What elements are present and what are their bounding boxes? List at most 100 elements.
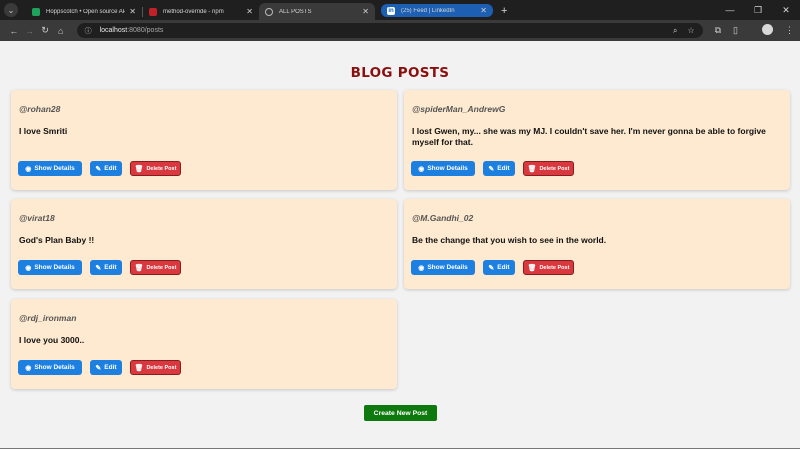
extensions-icon[interactable]: ⧉ [715,25,721,36]
post-actions: ◉ Show Details ✎ Edit 🗑 Delete Post [411,161,582,176]
delete-post-button[interactable]: 🗑 Delete Post [523,260,574,275]
edit-icon: ✎ [95,165,102,173]
tab-title: ALL POSTS [279,8,312,15]
delete-label: Delete Post [146,264,177,271]
edit-label: Edit [497,264,510,271]
post-content: God's Plan Baby !! [19,235,95,245]
post-actions: ◉ Show Details ✎ Edit 🗑 Delete Post [411,260,582,275]
edit-button[interactable]: ✎ Edit [90,360,122,375]
edit-icon: ✎ [488,165,495,173]
show-details-label: Show Details [34,165,75,172]
eye-icon: ◉ [25,364,32,372]
profile-avatar[interactable] [750,24,773,37]
url-text: localhost:8080/posts [100,27,663,34]
menu-kebab-icon[interactable]: ⋮ [785,25,794,36]
post-username: @M.Gandhi_02 [412,213,474,223]
edit-icon: ✎ [95,364,102,372]
eye-icon: ◉ [418,165,425,173]
trash-icon: 🗑 [527,264,537,272]
reload-icon[interactable]: ↻ [37,25,53,36]
zoom-icon[interactable]: ⌕ [673,26,677,36]
site-info-icon[interactable]: ⓘ [85,26,92,36]
create-new-post-button[interactable]: Create New Post [364,405,437,421]
trash-icon: 🗑 [527,165,537,173]
delete-post-button[interactable]: 🗑 Delete Post [130,360,181,375]
delete-label: Delete Post [146,364,177,371]
back-icon[interactable]: ← [6,26,22,36]
page-title: BLOG POSTS [350,65,450,81]
show-details-label: Show Details [427,264,468,271]
delete-label: Delete Post [539,264,570,271]
address-bar-row: ← → ↻ ⌂ ⓘ localhost:8080/posts ⌕ ☆ ⧉ ▯ ⋮ [0,20,800,41]
edit-button[interactable]: ✎ Edit [483,161,515,176]
tab-title: method-override - npm [163,8,224,15]
post-actions: ◉ Show Details ✎ Edit 🗑 Delete Post [18,260,189,275]
show-details-button[interactable]: ◉ Show Details [18,260,82,275]
close-icon[interactable]: ✕ [246,7,253,16]
tab-npm[interactable]: method-override - npm ✕ [143,3,259,20]
post-card: @rohan28 I love Smriti ◉ Show Details ✎ Ed… [11,90,397,190]
show-details-button[interactable]: ◉ Show Details [411,161,475,176]
bookmark-star-icon[interactable]: ☆ [687,26,694,35]
post-username: @rohan28 [19,104,61,114]
toolbar-right: ⧉ ▯ ⋮ [703,24,794,37]
delete-post-button[interactable]: 🗑 Delete Post [130,161,181,176]
browser-tab-strip: ⌄ Hoppscotch • Open source API ✕ method-… [0,0,800,20]
tab-linkedin[interactable]: in (25) Feed | LinkedIn ✕ [381,4,493,17]
show-details-label: Show Details [34,364,75,371]
show-details-button[interactable]: ◉ Show Details [18,161,82,176]
edit-icon: ✎ [488,264,495,272]
edit-label: Edit [104,364,117,371]
edit-label: Edit [104,264,117,271]
minimize-icon[interactable]: — [716,0,744,20]
url-host: localhost [99,27,128,34]
linkedin-icon: in [387,6,395,15]
show-details-button[interactable]: ◉ Show Details [411,260,475,275]
tab-all-posts[interactable]: ALL POSTS ✕ [259,3,375,20]
tab-title: Hoppscotch • Open source API [46,8,126,15]
close-icon[interactable]: ✕ [129,7,136,16]
close-icon[interactable]: ✕ [480,6,487,15]
post-card: @virat18 God's Plan Baby !! ◉ Show Detail… [11,199,397,289]
page-content: BLOG POSTS @rohan28 I love Smriti ◉ Show … [0,41,800,449]
delete-post-button[interactable]: 🗑 Delete Post [523,161,574,176]
post-username: @virat18 [19,213,55,223]
show-details-button[interactable]: ◉ Show Details [18,360,82,375]
post-card: @M.Gandhi_02 Be the change that you wish… [404,199,790,289]
edit-label: Edit [104,165,117,172]
post-card: @spiderMan_AndrewG I lost Gwen, my... sh… [404,90,790,190]
new-tab-icon[interactable]: + [501,5,507,17]
url-path: :8080/posts [127,27,164,34]
trash-icon: 🗑 [134,165,144,173]
close-window-icon[interactable]: ✕ [772,0,800,20]
close-icon[interactable]: ✕ [362,7,369,16]
home-icon[interactable]: ⌂ [53,26,69,36]
edit-button[interactable]: ✎ Edit [483,260,515,275]
edit-icon: ✎ [95,264,102,272]
post-card: @rdj_ironman I love you 3000.. ◉ Show Det… [11,299,397,389]
post-username: @rdj_ironman [19,313,77,323]
delete-label: Delete Post [146,165,177,172]
window-controls: — ❐ ✕ [716,0,800,20]
delete-post-button[interactable]: 🗑 Delete Post [130,260,181,275]
edit-label: Edit [497,165,510,172]
post-content: Be the change that you wish to see in th… [412,235,607,245]
tab-search-icon[interactable]: ⌄ [4,3,18,17]
eye-icon: ◉ [418,264,425,272]
restore-icon[interactable]: ❐ [744,0,772,20]
forward-icon[interactable]: → [22,26,38,36]
globe-icon [265,7,273,16]
url-input[interactable]: ⓘ localhost:8080/posts ⌕ ☆ [76,23,703,38]
tab-title: (25) Feed | LinkedIn [401,7,455,14]
tab-hoppscotch[interactable]: Hoppscotch • Open source API ✕ [26,3,142,20]
post-actions: ◉ Show Details ✎ Edit 🗑 Delete Post [18,360,189,375]
edit-button[interactable]: ✎ Edit [90,260,122,275]
eye-icon: ◉ [25,264,32,272]
sidebar-icon[interactable]: ▯ [733,25,738,36]
show-details-label: Show Details [427,165,468,172]
post-content: I love Smriti [19,126,68,136]
trash-icon: 🗑 [134,364,144,372]
post-actions: ◉ Show Details ✎ Edit 🗑 Delete Post [18,161,189,176]
edit-button[interactable]: ✎ Edit [90,161,122,176]
post-content: I lost Gwen, my... she was my MJ. I coul… [412,126,766,147]
